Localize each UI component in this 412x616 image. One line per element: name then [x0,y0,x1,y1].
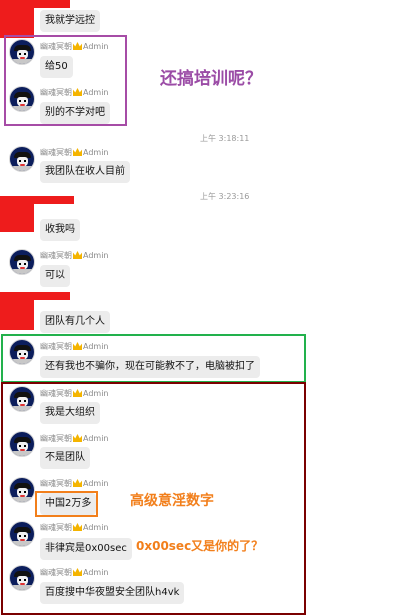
redacted-avatar [0,204,34,232]
message-bubble: 我团队在收人目前 [40,161,130,183]
crown-icon [73,523,82,531]
avatar[interactable] [9,431,35,457]
redacted-name [0,0,70,8]
crown-icon [73,42,82,50]
avatar[interactable] [9,146,35,172]
avatar[interactable] [9,86,35,112]
timestamp: 上午 3:23:16 [200,192,250,201]
redacted-name [0,196,74,204]
message-bubble: 我就学远控 [40,10,100,32]
crown-icon [73,342,82,350]
message-bubble: 给50 [40,56,73,78]
message-bubble: 中国2万多 [40,493,97,515]
avatar[interactable] [9,521,35,547]
message-bubble: 不是团队 [40,447,90,469]
message-bubble: 别的不学对吧 [40,102,110,124]
message-bubble: 收我吗 [40,219,80,241]
crown-icon [73,434,82,442]
sender-name: 幽魂冥朝 Admin [40,523,109,532]
message-bubble: 非律宾是0x00sec [40,538,132,560]
avatar[interactable] [9,477,35,503]
sender-name: 幽魂冥朝 Admin [40,389,109,398]
crown-icon [73,88,82,96]
orange-annotation-1: 高级意淫数字 [130,493,214,509]
purple-annotation: 还搞培训呢？ [160,69,262,89]
message-bubble: 团队有几个人 [40,311,110,333]
sender-name: 幽魂冥朝 Admin [40,148,109,157]
sender-name: 幽魂冥朝 Admin [40,568,109,577]
sender-name: 幽魂冥朝 Admin [40,479,109,488]
message-bubble: 可以 [40,265,70,287]
timestamp: 上午 3:18:11 [200,134,250,143]
sender-name: 幽魂冥朝 Admin [40,251,109,260]
crown-icon [73,479,82,487]
avatar[interactable] [9,249,35,275]
redacted-avatar [0,300,34,330]
avatar[interactable] [9,386,35,412]
sender-name: 幽魂冥朝 Admin [40,88,109,97]
avatar[interactable] [9,339,35,365]
sender-name: 幽魂冥朝 Admin [40,342,109,351]
crown-icon [73,389,82,397]
message-bubble: 百度搜中华夜盟安全团队h4vk [40,582,185,604]
message-bubble: 还有我也不骗你，现在可能教不了，电脑被扣了 [40,356,260,378]
orange-annotation-2: 0x00sec又是你的了？ [136,539,264,553]
redacted-name [0,292,70,300]
redacted-avatar [0,8,34,38]
avatar[interactable] [9,39,35,65]
sender-name: 幽魂冥朝 Admin [40,42,109,51]
crown-icon [73,568,82,576]
message-bubble: 我是大组织 [40,402,100,424]
avatar[interactable] [9,565,35,591]
crown-icon [73,251,82,259]
crown-icon [73,148,82,156]
sender-name: 幽魂冥朝 Admin [40,434,109,443]
